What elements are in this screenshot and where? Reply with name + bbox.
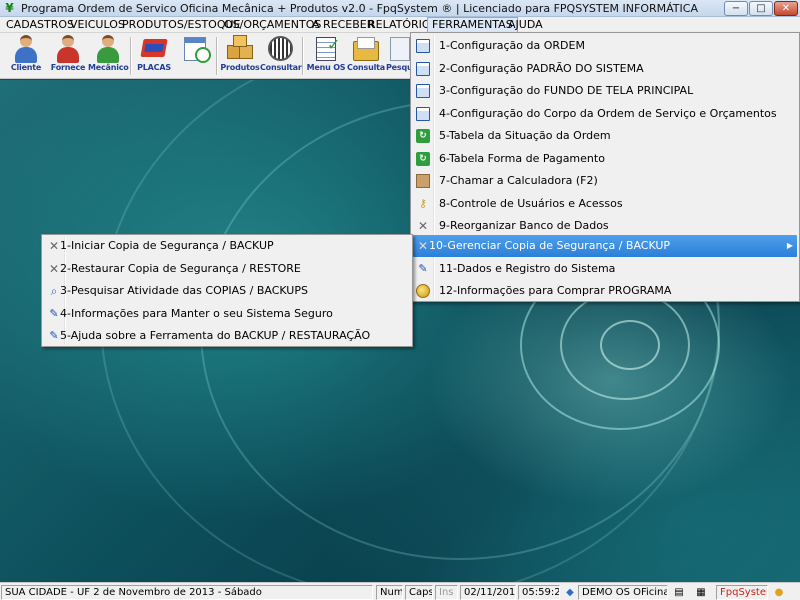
toolbar-pesquisa-button[interactable]: Pesqu <box>386 35 412 77</box>
checklist-icon: ✓ <box>311 35 341 63</box>
window-icon <box>416 62 430 76</box>
menu-item-controle-usuarios[interactable]: ⚷ 8-Controle de Usuários e Acessos <box>413 193 797 215</box>
toolbar: Cliente Fornece Mecânico PLACAS Produtos… <box>0 33 412 79</box>
toolbar-separator <box>130 37 132 75</box>
minimize-button[interactable]: − <box>724 1 748 16</box>
toolbar-menu-os-label: Menu OS <box>306 63 346 72</box>
title-bar: ¥ Programa Ordem de Servico Oficina Mecâ… <box>0 0 800 17</box>
client-person-icon <box>11 35 41 63</box>
menu-item-calculadora[interactable]: 7-Chamar a Calculadora (F2) <box>413 170 797 192</box>
menu-item-configuracao-corpo[interactable]: 4-Configuração do Corpo da Ordem de Serv… <box>413 103 797 125</box>
info-icon: ◆ <box>566 587 574 598</box>
keys-icon: ⚷ <box>418 197 428 210</box>
submenu-item-pesquisar-copias[interactable]: ⌕ 3-Pesquisar Atividade das COPIAS / BAC… <box>44 280 410 302</box>
close-button[interactable]: ✕ <box>774 1 798 16</box>
menu-item-dados-registro[interactable]: ✎ 11-Dados e Registro do Sistema <box>413 258 797 280</box>
toolbar-agenda-button[interactable] <box>176 35 216 77</box>
status-caps: Caps <box>405 585 433 600</box>
search-doc-icon <box>386 35 412 63</box>
menu-item-configuracao-ordem[interactable]: 1-Configuração da ORDEM <box>413 35 797 57</box>
tools-icon: ✕ <box>417 239 429 253</box>
menu-item-configuracao-padrao[interactable]: 2-Configuração PADRÃO DO SISTEMA <box>413 58 797 80</box>
magnifier-icon: ⌕ <box>50 284 58 298</box>
backup-submenu: ✕ 1-Iniciar Copia de Segurança / BACKUP … <box>41 234 413 347</box>
pen-icon: ✎ <box>49 307 59 320</box>
submenu-item-iniciar-backup[interactable]: ✕ 1-Iniciar Copia de Segurança / BACKUP <box>44 235 410 257</box>
status-brand: FpqSystem <box>716 585 768 600</box>
ferramentas-menu: 1-Configuração da ORDEM 2-Configuração P… <box>410 32 800 302</box>
toolbar-produtos-label: Produtos <box>220 63 260 72</box>
status-date: 02/11/2013 <box>460 585 516 600</box>
coin-icon <box>416 284 430 298</box>
menu-ajuda[interactable]: AJUDA <box>504 17 547 33</box>
submenu-item-informacoes-seguro[interactable]: ✎ 4-Informações para Manter o seu Sistem… <box>44 303 410 325</box>
toolbar-consulta-label: Consulta <box>347 63 385 72</box>
toolbar-separator <box>216 37 218 75</box>
toolbar-cliente-button[interactable]: Cliente <box>6 35 46 77</box>
menu-bar: CADASTROS VEICULOS PRODUTOS/ESTOQUE OS/O… <box>0 17 800 33</box>
status-edition: DEMO OS OFicina 2.0 <box>578 585 668 600</box>
menu-item-tabela-situacao[interactable]: ↻ 5-Tabela da Situação da Ordem <box>413 125 797 147</box>
toolbar-cliente-label: Cliente <box>10 63 42 72</box>
toolbar-mecanico-label: Mecânico <box>88 63 129 72</box>
green-arrow-icon: ↻ <box>416 129 430 143</box>
boxes-icon <box>225 35 255 63</box>
folder-icon <box>351 35 381 63</box>
app-icon: ¥ <box>5 1 14 15</box>
barcode-icon <box>265 35 295 63</box>
tools-icon: ✕ <box>48 262 60 276</box>
green-arrow-icon: ↻ <box>416 152 430 166</box>
license-plates-icon <box>139 35 169 63</box>
submenu-item-ajuda-backup[interactable]: ✎ 5-Ajuda sobre a Ferramenta do BACKUP /… <box>44 325 410 347</box>
menu-item-gerenciar-backup[interactable]: ✕ 10-Gerenciar Copia de Segurança / BACK… <box>413 235 797 257</box>
toolbar-mecanico-button[interactable]: Mecânico <box>88 35 129 77</box>
pen-icon: ✎ <box>49 329 59 342</box>
window-icon <box>416 39 430 53</box>
toolbar-consulta-button[interactable]: Consulta <box>346 35 386 77</box>
tools-icon: ✕ <box>417 219 429 233</box>
window-icon <box>416 107 430 121</box>
toolbar-fornece-label: Fornece <box>50 63 86 72</box>
toolbar-placas-button[interactable]: PLACAS <box>134 35 174 77</box>
calendar-clock-icon <box>181 35 211 63</box>
submenu-item-restaurar-backup[interactable]: ✕ 2-Restaurar Copia de Segurança / RESTO… <box>44 258 410 280</box>
window-icon <box>416 84 430 98</box>
tools-icon: ✕ <box>48 239 60 253</box>
printer-icon[interactable]: ▤ <box>672 586 686 599</box>
toolbar-placas-label: PLACAS <box>137 63 171 72</box>
toolbar-produtos-button[interactable]: Produtos <box>220 35 260 77</box>
status-bar: SUA CIDADE - UF 2 de Novembro de 2013 - … <box>0 582 800 600</box>
menu-item-tabela-pagamento[interactable]: ↻ 6-Tabela Forma de Pagamento <box>413 148 797 170</box>
menu-item-reorganizar-banco[interactable]: ✕ 9-Reorganizar Banco de Dados <box>413 215 797 237</box>
coin-icon[interactable]: ● <box>772 586 786 599</box>
supplier-person-icon <box>53 35 83 63</box>
calculator-icon <box>416 174 430 188</box>
maximize-button[interactable]: □ <box>749 1 773 16</box>
status-location: SUA CIDADE - UF 2 de Novembro de 2013 - … <box>1 585 373 600</box>
toolbar-menu-os-button[interactable]: ✓ Menu OS <box>306 35 346 77</box>
mechanic-person-icon <box>93 35 123 63</box>
keyboard-icon[interactable]: ▦ <box>694 586 708 599</box>
toolbar-pesquisa-label: Pesqu <box>386 63 412 72</box>
status-num: Num <box>376 585 403 600</box>
toolbar-separator <box>302 37 304 75</box>
status-time: 05:59:20 <box>518 585 560 600</box>
toolbar-consultar-label: Consultar <box>260 63 302 72</box>
toolbar-fornece-button[interactable]: Fornece <box>48 35 88 77</box>
window-title: Programa Ordem de Servico Oficina Mecâni… <box>21 2 698 15</box>
toolbar-consultar-button[interactable]: Consultar <box>260 35 302 77</box>
pen-icon: ✎ <box>418 262 428 275</box>
status-ins: Ins <box>435 585 458 600</box>
menu-item-configuracao-fundo[interactable]: 3-Configuração do FUNDO DE TELA PRINCIPA… <box>413 80 797 102</box>
menu-item-comprar-programa[interactable]: 12-Informações para Comprar PROGRAMA <box>413 280 797 302</box>
submenu-arrow-icon: ▶ <box>786 241 793 250</box>
